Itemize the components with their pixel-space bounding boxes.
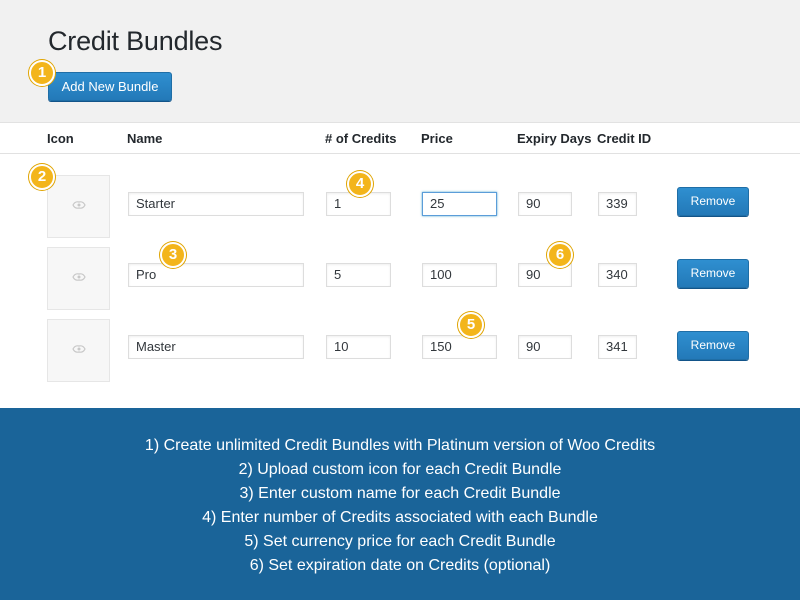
column-header-icon: Icon: [47, 131, 74, 146]
placeholder-image-icon: [72, 273, 86, 281]
expiry-days-input[interactable]: 90: [518, 335, 572, 359]
credits-input[interactable]: 10: [326, 335, 391, 359]
feature-description-panel: 1) Create unlimited Credit Bundles with …: [0, 408, 800, 600]
bundle-name-input[interactable]: Starter: [128, 192, 304, 216]
feature-line: 4) Enter number of Credits associated wi…: [202, 509, 598, 526]
credit-id-field: 340: [598, 263, 637, 287]
credit-id-field: 339: [598, 192, 637, 216]
page-title: Credit Bundles: [48, 26, 223, 56]
callout-badge-4: 4: [347, 171, 373, 197]
credit-id-field: 341: [598, 335, 637, 359]
placeholder-image-icon: [72, 345, 86, 353]
credits-input[interactable]: 5: [326, 263, 391, 287]
callout-badge-1: 1: [29, 60, 55, 86]
table-row: Master 10 150 90 341 Remove: [0, 319, 800, 383]
table-header: Icon Name # of Credits Price Expiry Days…: [0, 123, 800, 154]
add-new-bundle-button[interactable]: Add New Bundle: [48, 72, 172, 101]
callout-badge-3: 3: [160, 242, 186, 268]
feature-line: 1) Create unlimited Credit Bundles with …: [144, 437, 656, 454]
column-header-expiry: Expiry Days: [517, 131, 592, 146]
price-input[interactable]: 150: [422, 335, 497, 359]
feature-line: 5) Set currency price for each Credit Bu…: [244, 533, 556, 550]
bundle-name-input[interactable]: Master: [128, 335, 304, 359]
feature-list: 1) Create unlimited Credit Bundles with …: [0, 434, 800, 578]
bundles-table: Icon Name # of Credits Price Expiry Days…: [0, 122, 800, 408]
feature-line: 3) Enter custom name for each Credit Bun…: [239, 485, 561, 502]
feature-line: 6) Set expiration date on Credits (optio…: [249, 557, 551, 574]
price-input[interactable]: 25: [422, 192, 497, 216]
price-input[interactable]: 100: [422, 263, 497, 287]
column-header-credits: # of Credits: [325, 131, 397, 146]
remove-button[interactable]: Remove: [677, 259, 749, 288]
column-header-credit-id: Credit ID: [597, 131, 652, 146]
bundle-icon-upload[interactable]: [47, 247, 110, 310]
column-header-price: Price: [421, 131, 453, 146]
remove-button[interactable]: Remove: [677, 331, 749, 360]
callout-badge-2: 2: [29, 164, 55, 190]
placeholder-image-icon: [72, 201, 86, 209]
bundle-name-input[interactable]: Pro: [128, 263, 304, 287]
callout-badge-5: 5: [458, 312, 484, 338]
remove-button[interactable]: Remove: [677, 187, 749, 216]
page-header: Credit Bundles Add New Bundle: [0, 0, 800, 122]
table-row: Starter 1 25 90 339 Remove: [0, 175, 800, 239]
feature-line: 2) Upload custom icon for each Credit Bu…: [238, 461, 562, 478]
expiry-days-input[interactable]: 90: [518, 192, 572, 216]
column-header-name: Name: [127, 131, 163, 146]
callout-badge-6: 6: [547, 242, 573, 268]
table-row: Pro 5 100 90 340 Remove: [0, 247, 800, 311]
bundle-icon-upload[interactable]: [47, 175, 110, 238]
bundle-icon-upload[interactable]: [47, 319, 110, 382]
